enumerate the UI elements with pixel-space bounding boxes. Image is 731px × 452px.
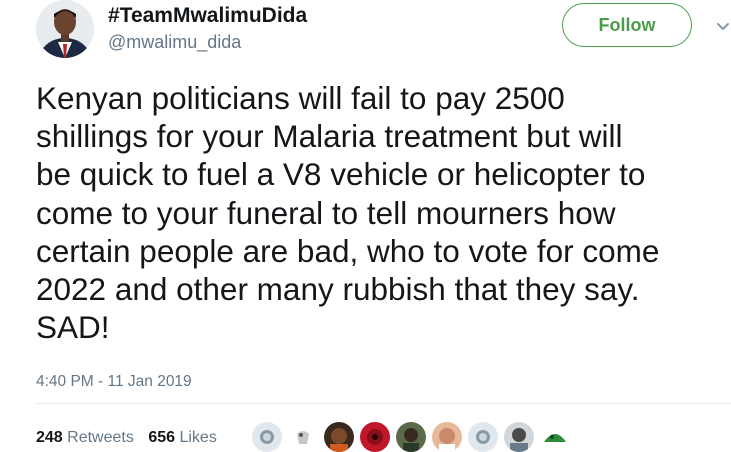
liker-avatar[interactable] xyxy=(504,422,534,452)
chevron-down-icon[interactable] xyxy=(715,20,731,32)
retweets-count: 248 xyxy=(36,429,63,446)
follow-button[interactable]: Follow xyxy=(562,3,692,47)
author-display-name[interactable]: #TeamMwalimuDida xyxy=(108,4,307,28)
divider xyxy=(36,403,731,404)
liker-avatar[interactable] xyxy=(324,422,354,452)
retweets-stat[interactable]: 248 Retweets xyxy=(36,429,148,446)
likes-count: 656 xyxy=(148,429,176,446)
tweet-text: Kenyan politicians will fail to pay 2500… xyxy=(36,80,660,346)
liker-avatar[interactable] xyxy=(540,422,570,452)
tweet-timestamp[interactable]: 4:40 PM - 11 Jan 2019 xyxy=(36,372,192,392)
retweets-label: Retweets xyxy=(67,429,134,446)
likes-stat[interactable]: 656 Likes xyxy=(148,429,227,446)
liker-avatar[interactable] xyxy=(468,422,498,452)
liker-avatar[interactable] xyxy=(396,422,426,452)
author-handle[interactable]: @mwalimu_dida xyxy=(108,31,241,53)
liker-avatar[interactable] xyxy=(288,422,318,452)
likers-avatars xyxy=(252,422,582,452)
liker-avatar[interactable] xyxy=(252,422,282,452)
tweet-stats: 248 Retweets 656 Likes xyxy=(36,428,227,448)
liker-avatar[interactable] xyxy=(432,422,462,452)
likes-label: Likes xyxy=(179,429,217,446)
avatar[interactable] xyxy=(36,0,94,58)
liker-avatar[interactable] xyxy=(360,422,390,452)
tweet-card: #TeamMwalimuDida @mwalimu_dida Follow Ke… xyxy=(0,0,731,452)
